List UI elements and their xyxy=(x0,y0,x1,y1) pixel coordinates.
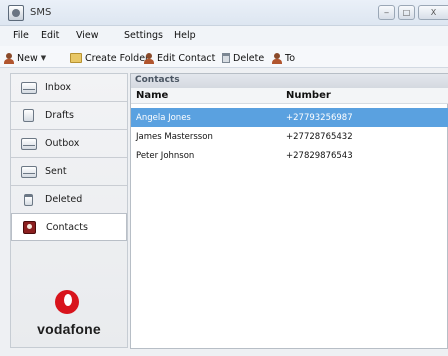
contact-number: +27728765432 xyxy=(286,131,353,142)
panel-title: Contacts xyxy=(131,74,448,88)
contact-name: Angela Jones xyxy=(136,112,191,123)
new-button-label: New xyxy=(17,52,38,64)
vodafone-logo-icon xyxy=(55,290,79,314)
contact-number: +27793256987 xyxy=(286,112,353,123)
contacts-panel: Contacts Name Number Angela Jones +27793… xyxy=(130,73,448,349)
menu-help[interactable]: Help xyxy=(174,30,196,41)
menu-file[interactable]: File xyxy=(13,30,29,41)
table-header: Name Number xyxy=(131,88,448,104)
menu-bar: File Edit View Settings Help xyxy=(0,26,448,46)
sidebar-item-label: Drafts xyxy=(45,110,74,121)
menu-view[interactable]: View xyxy=(76,30,99,41)
edit-contact-icon xyxy=(144,52,154,64)
inbox-icon xyxy=(21,81,37,94)
edit-contact-button[interactable]: Edit Contact xyxy=(144,51,215,65)
sent-icon xyxy=(21,165,37,178)
menu-settings[interactable]: Settings xyxy=(124,30,163,41)
trash-icon xyxy=(222,53,230,63)
edit-contact-label: Edit Contact xyxy=(157,52,216,64)
contacts-icon xyxy=(23,220,36,234)
chevron-down-icon[interactable]: ▼ xyxy=(41,54,46,62)
minimize-button[interactable]: ‒ xyxy=(378,5,395,20)
column-header-name[interactable]: Name xyxy=(136,90,168,104)
title-bar: SMS ‒ □ X xyxy=(0,0,448,26)
sidebar-item-label: Inbox xyxy=(45,82,71,93)
table-row[interactable]: James Mastersson +27728765432 xyxy=(131,127,448,146)
folder-icon xyxy=(70,53,82,63)
sidebar-item-inbox[interactable]: Inbox xyxy=(11,74,127,102)
app-icon xyxy=(8,5,24,21)
table-row[interactable]: Peter Johnson +27829876543 xyxy=(131,146,448,165)
sidebar-item-deleted[interactable]: Deleted xyxy=(11,186,127,214)
sidebar-item-drafts[interactable]: Drafts xyxy=(11,102,127,130)
sidebar-item-label: Sent xyxy=(45,166,67,177)
sidebar-item-label: Outbox xyxy=(45,138,80,149)
brand-name: vodafone xyxy=(37,321,101,337)
sidebar-item-sent[interactable]: Sent xyxy=(11,158,127,186)
toolbar: New ▼ Create Folder Edit Contact Delete … xyxy=(0,46,448,68)
to-label: To xyxy=(285,52,296,64)
sidebar-item-label: Deleted xyxy=(45,194,83,205)
create-folder-button[interactable]: Create Folder xyxy=(70,51,149,65)
delete-label: Delete xyxy=(233,52,265,64)
to-button[interactable]: To xyxy=(272,51,295,65)
create-folder-label: Create Folder xyxy=(85,52,149,64)
contact-number: +27829876543 xyxy=(286,150,353,161)
window-title: SMS xyxy=(30,7,52,18)
new-button[interactable]: New ▼ xyxy=(4,51,46,65)
recipient-icon xyxy=(272,52,282,64)
drafts-icon xyxy=(23,109,34,122)
outbox-icon xyxy=(21,137,37,150)
trash-icon xyxy=(24,193,33,206)
menu-edit[interactable]: Edit xyxy=(41,30,59,41)
sidebar-item-label: Contacts xyxy=(46,221,88,233)
vodafone-logo: vodafone xyxy=(10,285,128,345)
column-header-number[interactable]: Number xyxy=(286,90,331,104)
maximize-button[interactable]: □ xyxy=(398,5,415,20)
new-contact-icon xyxy=(4,52,14,64)
close-button[interactable]: X xyxy=(418,5,448,20)
contact-name: James Mastersson xyxy=(136,131,213,142)
sidebar-item-contacts[interactable]: Contacts xyxy=(11,213,127,241)
sidebar-item-outbox[interactable]: Outbox xyxy=(11,130,127,158)
delete-button[interactable]: Delete xyxy=(222,51,264,65)
table-row[interactable]: Angela Jones +27793256987 xyxy=(131,108,448,127)
contact-name: Peter Johnson xyxy=(136,150,195,161)
